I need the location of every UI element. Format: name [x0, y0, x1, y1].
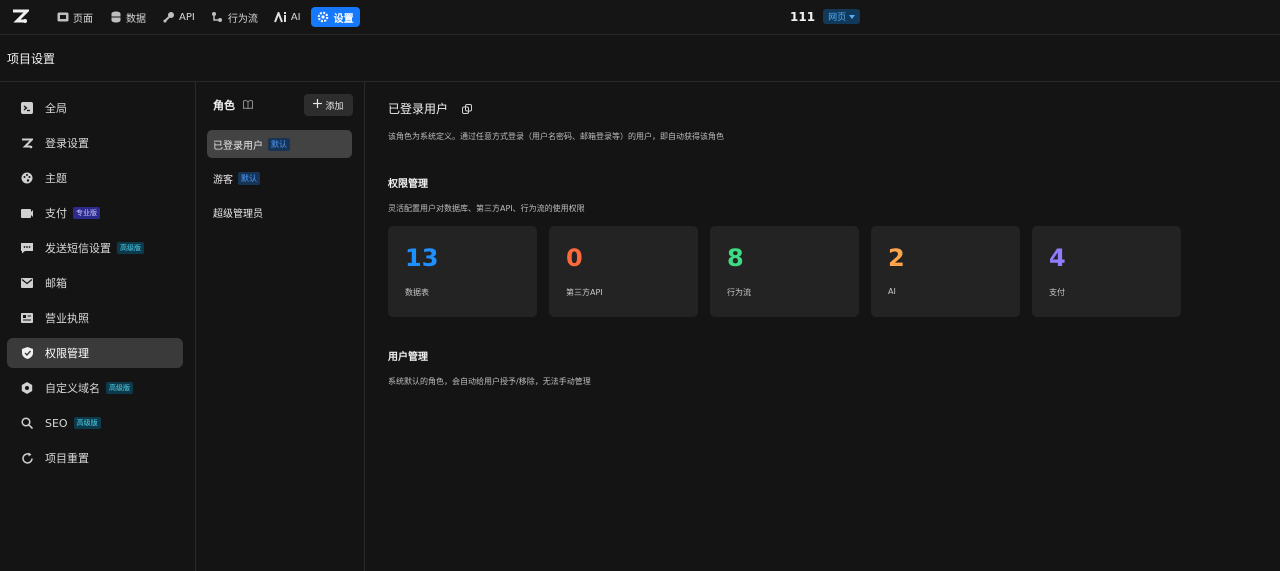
role-detail: 已登录用户 该角色为系统定义。通过任意方式登录（用户名密码、邮箱登录等）的用户，… — [365, 82, 1280, 571]
database-icon — [109, 11, 122, 24]
nav-api[interactable]: API — [156, 7, 201, 27]
project-type-dropdown[interactable]: 网页 — [823, 9, 861, 24]
top-navigation: 页面 数据 API 行为流 AI 设置 111 网页 — [0, 0, 1280, 35]
card-ai[interactable]: 2 AI — [871, 226, 1020, 317]
card-value: 4 — [1049, 244, 1066, 272]
main-nav: 页面 数据 API 行为流 AI 设置 — [50, 7, 360, 27]
api-icon — [162, 11, 175, 24]
nav-settings[interactable]: 设置 — [310, 7, 360, 27]
mail-icon — [20, 276, 34, 290]
ai-icon — [273, 11, 287, 24]
user-management-description: 系统默认的角色，会自动给用户授予/移除，无法手动管理 — [388, 377, 591, 386]
default-badge: 默认 — [268, 137, 290, 151]
card-value: 13 — [405, 244, 439, 272]
logo-z-icon — [20, 136, 34, 150]
role-item-super-admin[interactable]: 超级管理员 — [207, 198, 352, 226]
settings-sidebar: 全局 登录设置 主题 支付 专业版 发送短信设置 高级版 邮箱 营业执照 权限管… — [0, 82, 196, 571]
sidebar-item-theme[interactable]: 主题 — [7, 163, 183, 193]
card-third-party-api[interactable]: 0 第三方API — [549, 226, 698, 317]
license-icon — [20, 311, 34, 325]
shield-icon — [20, 346, 34, 360]
page-header: 项目设置 — [0, 35, 1280, 82]
sidebar-item-login[interactable]: 登录设置 — [7, 128, 183, 158]
nav-page[interactable]: 页面 — [50, 7, 99, 27]
card-label: AI — [888, 287, 896, 296]
advanced-badge: 高级版 — [106, 382, 133, 394]
role-item-logged-in[interactable]: 已登录用户 默认 — [207, 130, 352, 158]
card-flows[interactable]: 8 行为流 — [710, 226, 859, 317]
nav-data[interactable]: 数据 — [103, 7, 152, 27]
card-value: 0 — [566, 244, 583, 272]
search-icon — [20, 416, 34, 430]
role-description: 该角色为系统定义。通过任意方式登录（用户名密码、邮箱登录等）的用户，即自动获得该… — [388, 132, 724, 141]
card-label: 支付 — [1049, 288, 1065, 297]
pro-badge: 专业版 — [73, 207, 100, 219]
card-value: 2 — [888, 244, 905, 272]
copy-icon[interactable] — [462, 103, 473, 114]
domain-icon — [20, 381, 34, 395]
plus-icon — [313, 99, 323, 111]
permissions-description: 灵活配置用户对数据库、第三方API、行为流的使用权限 — [388, 204, 585, 213]
project-name: 111 — [790, 9, 816, 24]
advanced-badge: 高级版 — [117, 242, 144, 254]
add-role-button[interactable]: 添加 — [304, 94, 353, 116]
advanced-badge: 高级版 — [73, 417, 101, 429]
app-logo-icon[interactable] — [10, 7, 30, 27]
sidebar-item-license[interactable]: 营业执照 — [7, 303, 183, 333]
user-management-title: 用户管理 — [388, 352, 428, 363]
card-tables[interactable]: 13 数据表 — [388, 226, 537, 317]
card-label: 第三方API — [566, 288, 603, 297]
sidebar-item-global[interactable]: 全局 — [7, 93, 183, 123]
palette-icon — [20, 171, 34, 185]
project-switcher[interactable]: 111 网页 — [790, 9, 861, 24]
sidebar-item-mail[interactable]: 邮箱 — [7, 268, 183, 298]
nav-ai[interactable]: AI — [268, 7, 307, 27]
sidebar-item-sms[interactable]: 发送短信设置 高级版 — [7, 233, 183, 263]
role-item-guest[interactable]: 游客 默认 — [207, 164, 352, 192]
roles-panel: 角色 添加 已登录用户 默认 游客 默认 超级管理员 — [196, 82, 365, 571]
card-payment[interactable]: 4 支付 — [1032, 226, 1181, 317]
payment-icon — [20, 206, 34, 220]
sidebar-item-domain[interactable]: 自定义域名 高级版 — [7, 373, 183, 403]
card-label: 行为流 — [727, 288, 751, 297]
page-title: 项目设置 — [7, 51, 56, 66]
terminal-icon — [20, 101, 34, 115]
card-value: 8 — [727, 244, 744, 272]
roles-title: 角色 — [213, 99, 235, 112]
sidebar-item-permissions[interactable]: 权限管理 — [7, 338, 183, 368]
book-icon[interactable] — [243, 100, 253, 110]
roles-header: 角色 添加 — [213, 94, 353, 116]
permission-cards: 13 数据表 0 第三方API 8 行为流 2 AI 4 支付 — [388, 226, 1181, 317]
message-icon — [20, 241, 34, 255]
page-icon — [56, 11, 69, 24]
flow-icon — [211, 11, 224, 24]
card-label: 数据表 — [405, 288, 429, 297]
caret-down-icon — [849, 12, 856, 22]
nav-flow[interactable]: 行为流 — [205, 7, 264, 27]
role-title: 已登录用户 — [388, 100, 473, 117]
sidebar-item-payment[interactable]: 支付 专业版 — [7, 198, 183, 228]
sidebar-item-reset[interactable]: 项目重置 — [7, 443, 183, 473]
reset-icon — [20, 451, 34, 465]
permissions-title: 权限管理 — [388, 179, 428, 190]
gear-icon — [317, 11, 330, 24]
sidebar-item-seo[interactable]: SEO 高级版 — [7, 408, 183, 438]
default-badge: 默认 — [238, 171, 260, 185]
